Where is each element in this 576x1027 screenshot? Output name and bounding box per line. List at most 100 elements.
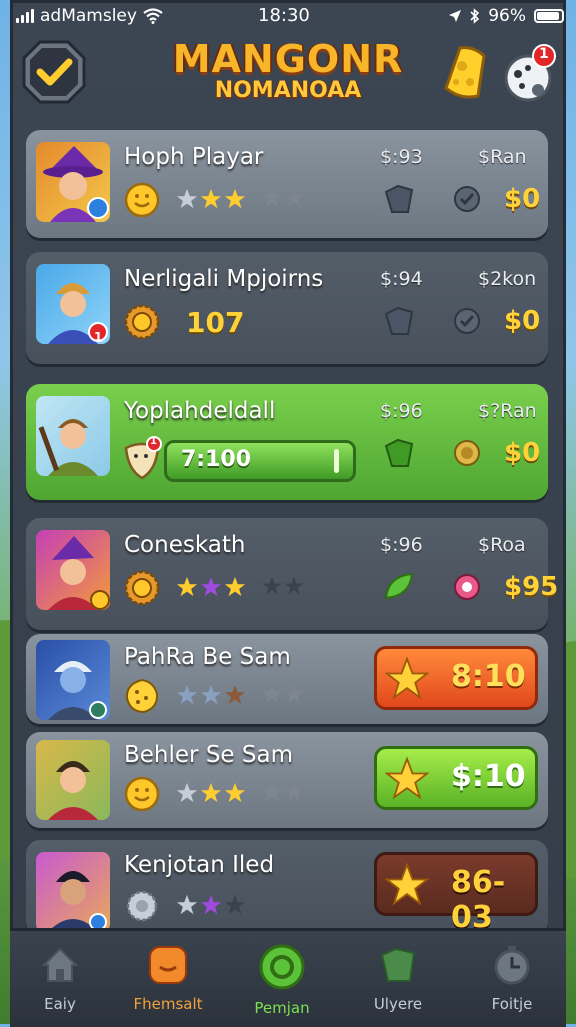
player-name: Coneskath [124, 532, 246, 558]
nav-label: Fhemsalt [133, 995, 203, 1013]
row-value: $95 [504, 572, 559, 602]
star-icon [262, 782, 282, 801]
buy-button[interactable]: 8:10 [374, 646, 538, 710]
nav-item-home[interactable]: Eaiy [10, 943, 110, 1013]
star-icon [200, 684, 222, 705]
clock-time: 18:30 [258, 5, 310, 26]
progress-bar: 7:100 [164, 440, 356, 482]
target-icon [454, 574, 480, 600]
notification-badge: 1 [539, 46, 549, 62]
price-b: $?Ran [478, 400, 537, 422]
shield-check-icon [454, 440, 480, 466]
star-icon [385, 757, 429, 800]
star-icon [176, 894, 198, 915]
gear-coin-icon [126, 890, 158, 922]
smiley-coin-icon [124, 776, 160, 812]
buy-button-value: $:10 [451, 759, 526, 794]
nav-label: Pemjan [254, 999, 310, 1017]
star-icon [224, 188, 246, 209]
buy-button[interactable]: $:10 [374, 746, 538, 810]
shield-check-icon [454, 308, 480, 334]
cookie-coin-icon [125, 678, 159, 714]
nav-item-spin[interactable]: Pemjan [232, 943, 332, 1017]
price-a: $:96 [380, 400, 423, 422]
battery-icon [534, 9, 564, 23]
star-icon [224, 894, 246, 915]
empty-stars [262, 684, 304, 704]
price-a: $:94 [380, 268, 423, 290]
list-item[interactable]: Behler Se Sam $:10 [26, 732, 548, 828]
star-icon [176, 684, 198, 705]
notification-badge: 1 [150, 436, 157, 447]
list-item[interactable]: PahRa Be Sam 8:10 [26, 634, 548, 724]
row-value: $0 [504, 306, 541, 336]
star-icon [284, 576, 304, 595]
player-name: Yoplahdeldall [124, 398, 276, 424]
nav-item-shop[interactable]: Fhemsalt [118, 943, 218, 1013]
price-a: $:96 [380, 534, 423, 556]
home-icon [41, 947, 79, 982]
leaf-icon [384, 572, 414, 600]
avatar [36, 852, 110, 932]
check-icon [22, 40, 86, 104]
list-item[interactable]: Hoph Playar $:93 $Ran $0 [26, 130, 548, 238]
list-item[interactable]: Coneskath $:96 $Roa $95 [26, 518, 558, 630]
nav-item-map[interactable]: Ulyere [348, 943, 448, 1013]
wifi-icon [143, 8, 163, 24]
star-icon [200, 188, 222, 209]
player-name: Hoph Playar [124, 144, 264, 170]
price-b: $Roa [478, 534, 526, 556]
empty-stars [262, 188, 304, 208]
checkmark-button[interactable] [22, 40, 86, 104]
avatar [36, 530, 110, 610]
price-b: $Ran [478, 146, 527, 168]
map-icon [380, 947, 416, 982]
bluetooth-icon [470, 8, 480, 24]
game-logo: MANGONR NOMANOAA [170, 38, 406, 103]
player-name: PahRa Be Sam [124, 644, 291, 670]
dice-button[interactable]: 1 [500, 44, 560, 108]
row-value: $0 [504, 184, 541, 214]
shop-icon [149, 946, 187, 984]
cheese-button[interactable] [440, 44, 490, 106]
cheese-icon [444, 46, 486, 99]
level-value: 107 [186, 306, 245, 339]
avatar [36, 640, 110, 720]
list-item-selected[interactable]: Yoplahdeldall $:96 $?Ran 1 7:100 $0 [26, 384, 548, 500]
gear-coin-icon [124, 570, 160, 606]
list-item[interactable]: 1 Nerligali Mpjoirns $:94 $2kon 107 $0 [26, 252, 548, 364]
map-icon [384, 184, 414, 213]
nav-item-clock[interactable]: Foitje [462, 943, 562, 1013]
star-icon [176, 782, 198, 803]
star-icon [224, 576, 246, 597]
nav-label: Eaiy [44, 995, 76, 1013]
nav-label: Ulyere [373, 995, 423, 1013]
nav-label: Foitje [491, 995, 533, 1013]
star-icon [176, 188, 198, 209]
star-icon [176, 576, 198, 597]
star-icon [262, 576, 282, 595]
map-icon [384, 306, 414, 335]
star-rating [176, 188, 246, 210]
star-rating [176, 684, 246, 706]
gear-coin-icon [124, 304, 160, 340]
logo-title: MANGONR [172, 37, 404, 81]
shield-check-icon [454, 186, 480, 212]
star-icon [200, 576, 222, 597]
row-value: $0 [504, 438, 541, 468]
price-a: $:93 [380, 146, 423, 168]
bottom-nav: Eaiy Fhemsalt Pemjan Ulyere Foitje [10, 928, 566, 1027]
buy-button[interactable]: 86-03 [374, 852, 538, 935]
player-name: Nerligali Mpjoirns [124, 266, 324, 292]
star-icon [224, 684, 246, 705]
star-icon [262, 188, 282, 207]
empty-stars [262, 782, 304, 802]
logo-subtitle: NOMANOAA [214, 78, 362, 103]
list-item[interactable]: Kenjotan Iled 86-03 [26, 840, 548, 936]
battery-percent: 96% [488, 6, 526, 26]
star-icon [200, 782, 222, 803]
star-rating [176, 576, 246, 598]
avatar [36, 740, 110, 820]
map-icon [384, 438, 414, 467]
empty-stars [262, 576, 304, 596]
